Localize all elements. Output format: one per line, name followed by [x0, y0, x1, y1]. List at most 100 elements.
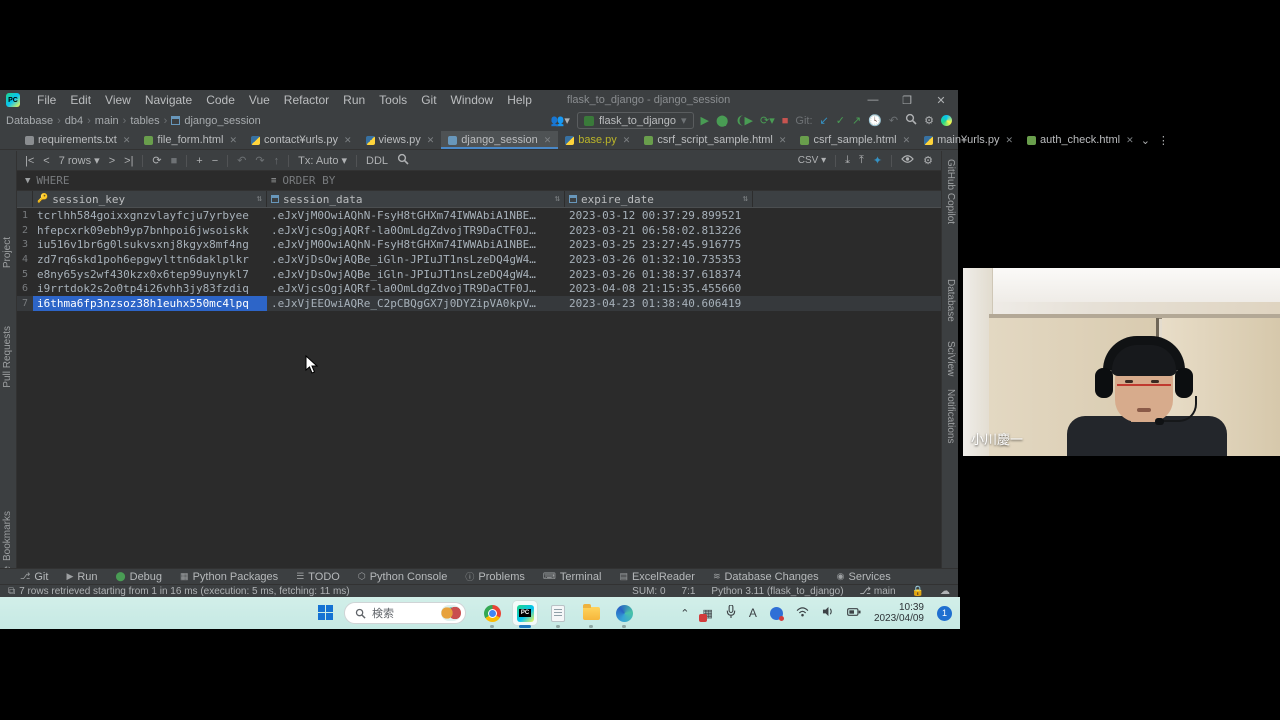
- tool-button-todo[interactable]: ☰TODO: [296, 571, 340, 583]
- git-commit-button[interactable]: ✓: [836, 114, 845, 127]
- page-size-dropdown[interactable]: 7 rows ▾: [59, 154, 100, 167]
- undo-button[interactable]: ↶: [237, 154, 246, 167]
- run-button[interactable]: ▶: [701, 114, 709, 127]
- interpreter-selector[interactable]: Python 3.11 (flask_to_django): [711, 586, 843, 597]
- tab-django-session[interactable]: django_session✕: [441, 131, 558, 149]
- git-update-button[interactable]: ↙: [820, 114, 829, 127]
- tab-csrf-sample-html[interactable]: csrf_sample.html✕: [793, 131, 917, 149]
- cell-session-data[interactable]: .eJxVjM0OwiAQhN-FsyH8tGHXm74IWWAbiA1NBE…: [267, 208, 565, 223]
- sort-toggle-icon[interactable]: ⇅: [257, 194, 262, 204]
- sort-toggle-icon[interactable]: ⇅: [743, 194, 748, 204]
- settings-gear-icon[interactable]: ⚙: [924, 114, 934, 127]
- tool-button-excelreader[interactable]: ▤ExcelReader: [619, 571, 695, 583]
- taskbar-edge-icon[interactable]: [612, 601, 636, 625]
- taskbar-explorer-icon[interactable]: [579, 601, 603, 625]
- tool-button-database-changes[interactable]: ≋Database Changes: [713, 571, 819, 583]
- close-tab-icon[interactable]: ✕: [229, 135, 237, 146]
- menu-file[interactable]: File: [30, 93, 63, 107]
- close-tab-icon[interactable]: ✕: [123, 135, 131, 146]
- tool-button-services[interactable]: ◉Services: [837, 571, 891, 583]
- first-page-button[interactable]: |<: [25, 155, 34, 167]
- cell-expire-date[interactable]: 2023-04-08 21:15:35.455660: [565, 281, 753, 296]
- tool-button-bookmarks[interactable]: Bookmarks: [2, 511, 13, 561]
- modify-magic-icon[interactable]: ✦: [873, 154, 882, 167]
- table-row[interactable]: 2 hfepcxrk09ebh9yp7bnhpoi6jwsoiskk .eJxV…: [17, 223, 941, 238]
- close-tab-icon[interactable]: ✕: [1005, 135, 1013, 146]
- table-row[interactable]: 3 iu516v1br6g0lsukvsxnj8kgyx8mf4ng .eJxV…: [17, 237, 941, 252]
- ai-plugin-icon[interactable]: [941, 115, 952, 126]
- taskbar-notepad-icon[interactable]: [546, 601, 570, 625]
- search-input[interactable]: 検索: [344, 602, 466, 624]
- battery-icon[interactable]: [847, 607, 861, 620]
- menu-tools[interactable]: Tools: [372, 93, 414, 107]
- column-header-expire-date[interactable]: expire_date ⇅: [565, 191, 753, 207]
- taskbar-chrome-icon[interactable]: [480, 601, 504, 625]
- tool-button-terminal[interactable]: ⌨Terminal: [543, 571, 602, 583]
- close-tab-icon[interactable]: ✕: [1126, 135, 1134, 146]
- tab-contact-urls-py[interactable]: contact¥urls.py✕: [244, 131, 359, 149]
- tab-main-urls-py[interactable]: main¥urls.py✕: [917, 131, 1020, 149]
- find-icon[interactable]: [397, 153, 409, 168]
- tool-button-run[interactable]: ▶Run: [66, 571, 97, 583]
- profile-button[interactable]: ❨▶: [735, 114, 753, 127]
- cell-session-key[interactable]: i9rrtdok2s2o0tp4i26vhh3jy83fzdiq: [33, 281, 267, 296]
- where-filter-field[interactable]: ▼ WHERE: [17, 174, 265, 187]
- column-header-session-data[interactable]: session_data ⇅: [267, 191, 565, 207]
- cell-session-data[interactable]: .eJxVjM0OwiAQhN-FsyH8tGHXm74IWWAbiA1NBE…: [267, 237, 565, 252]
- table-row[interactable]: 1 tcrlhh584goixxgnzvlayfcju7yrbyee .eJxV…: [17, 208, 941, 223]
- microphone-icon[interactable]: [726, 605, 736, 621]
- search-highlight-image[interactable]: [441, 605, 461, 621]
- table-row[interactable]: 4 zd7rq6skd1poh6epgwylttn6daklplkr .eJxV…: [17, 252, 941, 267]
- delete-row-button[interactable]: −: [212, 155, 218, 167]
- next-page-button[interactable]: >: [109, 155, 115, 167]
- table-row[interactable]: 6 i9rrtdok2s2o0tp4i26vhh3jy83fzdiq .eJxV…: [17, 281, 941, 296]
- cell-expire-date[interactable]: 2023-03-26 01:32:10.735353: [565, 252, 753, 267]
- tab-views-py[interactable]: views.py✕: [359, 131, 442, 149]
- cell-session-key[interactable]: e8ny65ys2wf430kzx0x6tep99uynykl7: [33, 267, 267, 282]
- tray-app-icon[interactable]: ▦: [703, 607, 713, 620]
- undo-icon[interactable]: ↶: [889, 114, 898, 127]
- menu-help[interactable]: Help: [500, 93, 539, 107]
- breadcrumb-tables[interactable]: tables: [130, 115, 159, 127]
- search-everywhere-icon[interactable]: [905, 113, 917, 128]
- start-button[interactable]: [318, 605, 334, 621]
- close-tab-icon[interactable]: ✕: [427, 135, 435, 146]
- breadcrumb-django-session[interactable]: django_session: [184, 115, 260, 127]
- collaborators-icon[interactable]: 👥▾: [551, 114, 570, 127]
- breadcrumb-db4[interactable]: db4: [65, 115, 83, 127]
- menu-vue[interactable]: Vue: [242, 93, 277, 107]
- menu-refactor[interactable]: Refactor: [277, 93, 336, 107]
- tool-button-project[interactable]: Project: [2, 237, 13, 268]
- tool-button-python-console[interactable]: ⬡Python Console: [358, 571, 448, 583]
- tool-button-database[interactable]: Database: [945, 279, 956, 322]
- close-tab-icon[interactable]: ✕: [779, 135, 787, 146]
- table-row[interactable]: 5 e8ny65ys2wf430kzx0x6tep99uynykl7 .eJxV…: [17, 267, 941, 282]
- prev-page-button[interactable]: <: [43, 155, 49, 167]
- table-row-selected[interactable]: 7 i6thma6fp3nzsoz38h1euhx550mc4lpq .eJxV…: [17, 296, 941, 311]
- cell-session-key-selected[interactable]: i6thma6fp3nzsoz38h1euhx550mc4lpq: [33, 296, 267, 311]
- cell-session-data[interactable]: .eJxVjEEOwiAQRe_C2pCBQgGX7j0DYZipVA0kpV…: [267, 296, 565, 311]
- menu-edit[interactable]: Edit: [63, 93, 98, 107]
- menu-window[interactable]: Window: [444, 93, 501, 107]
- export-format-dropdown[interactable]: CSV ▾: [798, 155, 826, 166]
- import-upload-icon[interactable]: ⤒: [859, 154, 864, 167]
- cell-expire-date[interactable]: 2023-03-21 06:58:02.813226: [565, 223, 753, 238]
- git-branch-widget[interactable]: ⎇ main: [860, 586, 896, 597]
- cloud-sync-icon[interactable]: ☁: [940, 586, 950, 597]
- show-hidden-tabs-icon[interactable]: ⌄: [1141, 134, 1150, 147]
- lock-icon[interactable]: 🔒: [912, 586, 924, 597]
- git-push-button[interactable]: ↗: [852, 114, 861, 127]
- column-header-session-key[interactable]: 🔑 session_key ⇅: [33, 191, 267, 207]
- caret-position[interactable]: 7:1: [682, 586, 696, 597]
- tool-button-github-copilot[interactable]: GitHub Copilot: [945, 159, 956, 224]
- add-row-button[interactable]: +: [196, 155, 202, 167]
- view-options-eye-icon[interactable]: [901, 154, 914, 167]
- taskbar-clock[interactable]: 10:39 2023/04/09: [874, 602, 924, 625]
- cell-session-key[interactable]: tcrlhh584goixxgnzvlayfcju7yrbyee: [33, 208, 267, 223]
- history-icon[interactable]: 🕓: [868, 114, 882, 127]
- tray-blue-app-icon[interactable]: [770, 607, 783, 620]
- tool-button-problems[interactable]: ⓘProblems: [465, 570, 524, 583]
- tab-base-py[interactable]: base.py✕: [558, 131, 637, 149]
- taskbar-pycharm-icon[interactable]: PC: [513, 601, 537, 625]
- cell-expire-date[interactable]: 2023-04-23 01:38:40.606419: [565, 296, 753, 311]
